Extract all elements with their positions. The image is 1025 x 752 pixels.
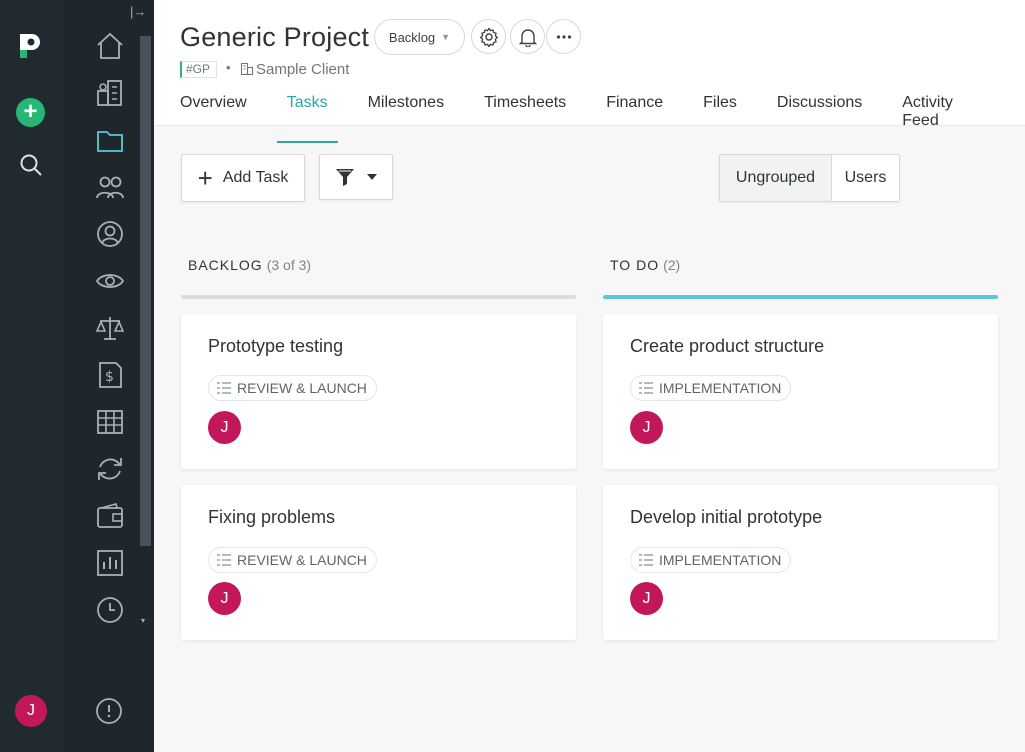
meta-separator: • [226,60,231,75]
task-title: Fixing problems [208,507,336,527]
add-task-label: Add Task [222,169,289,186]
column-title: TO DO [610,257,660,273]
tab-activity-feed[interactable]: Activity Feed [902,94,985,142]
scroll-down-icon[interactable]: ▾ [141,617,149,625]
tab-discussions[interactable]: Discussions [777,94,862,142]
list-icon [217,382,231,394]
settings-button[interactable] [471,19,506,54]
task-title: Create product structure [630,336,825,356]
nav-invoice-icon[interactable]: $ [94,359,126,391]
plus-icon: + [197,163,213,193]
filter-icon [336,169,354,186]
project-tabs: Overview Tasks Milestones Timesheets Fin… [180,94,1025,143]
column-count: (3 of 3) [266,257,312,273]
task-title: Prototype testing [208,336,344,356]
tab-finance[interactable]: Finance [606,94,663,142]
gear-icon [479,26,498,47]
group-ungrouped-option[interactable]: Ungrouped [720,155,832,201]
logo-icon[interactable] [16,30,44,60]
quick-add-button[interactable]: + [16,98,45,127]
nav-home-icon[interactable] [94,30,126,62]
chevron-down-icon: ▼ [441,32,451,42]
nav-scales-icon[interactable] [94,312,126,344]
main-content: Generic Project Backlog ▼ #GP • Sample C… [154,0,1025,752]
filter-button[interactable] [319,154,393,200]
project-header: Generic Project Backlog ▼ #GP • Sample C… [154,0,1025,143]
collapse-sidebar-icon[interactable]: |→ [130,4,150,20]
page-title: Generic Project [180,22,370,52]
task-card[interactable]: Develop initial prototype IMPLEMENTATION… [603,485,998,640]
milestone-tag: REVIEW & LAUNCH [208,375,377,401]
list-icon [217,554,231,566]
sidebar-nav: |→ $ ▾ [64,0,154,752]
assignee-avatar[interactable]: J [630,582,663,615]
column-title: BACKLOG [188,257,263,273]
nav-folder-icon[interactable] [94,124,126,156]
add-task-button[interactable]: + Add Task [181,154,305,202]
list-icon [639,382,653,394]
task-card[interactable]: Create product structure IMPLEMENTATION … [603,314,998,469]
client-building-icon [240,62,254,76]
nav-eye-icon[interactable] [94,265,126,297]
nav-report-icon[interactable] [94,547,126,579]
notifications-button[interactable] [510,19,545,54]
assignee-avatar[interactable]: J [208,411,241,444]
tab-overview[interactable]: Overview [180,94,247,142]
tab-timesheets[interactable]: Timesheets [484,94,566,142]
milestone-tag: IMPLEMENTATION [630,547,792,573]
nav-people-icon[interactable] [94,171,126,203]
column-header: BACKLOG (3 of 3) [188,257,311,273]
nav-wallet-icon[interactable] [94,500,126,532]
group-users-option[interactable]: Users [832,155,899,201]
list-icon [639,554,653,566]
task-card[interactable]: Fixing problems REVIEW & LAUNCH J [181,485,576,640]
column-header: TO DO (2) [610,257,680,273]
svg-text:$: $ [105,369,114,385]
client-link[interactable]: Sample Client [256,61,349,78]
assignee-avatar[interactable]: J [208,582,241,615]
project-code-badge: #GP [180,61,218,78]
nav-user-circle-icon[interactable] [94,218,126,250]
caret-down-icon [367,174,377,180]
nav-building-icon[interactable] [94,77,126,109]
user-avatar[interactable]: J [15,695,47,727]
search-icon[interactable] [18,152,44,178]
column-progress-bar [181,295,576,299]
nav-table-icon[interactable] [94,406,126,438]
status-dropdown[interactable]: Backlog ▼ [374,19,465,55]
column-progress-bar [603,295,998,299]
nav-refresh-icon[interactable] [94,453,126,485]
column-count: (2) [663,257,681,273]
milestone-label: IMPLEMENTATION [659,380,782,396]
milestone-label: REVIEW & LAUNCH [237,380,367,396]
more-options-button[interactable] [546,19,581,54]
task-card[interactable]: Prototype testing REVIEW & LAUNCH J [181,314,576,469]
grouping-toggle: Ungrouped Users [719,154,900,202]
milestone-tag: IMPLEMENTATION [630,375,792,401]
task-title: Develop initial prototype [630,507,823,527]
tab-tasks[interactable]: Tasks [276,94,338,143]
nav-clock-icon[interactable] [94,594,126,626]
tab-files[interactable]: Files [703,94,737,142]
milestone-label: IMPLEMENTATION [659,552,782,568]
ellipsis-icon [556,34,571,39]
milestone-tag: REVIEW & LAUNCH [208,547,377,573]
app-rail: + J [0,0,64,752]
milestone-label: REVIEW & LAUNCH [237,552,367,568]
tab-milestones[interactable]: Milestones [368,94,444,142]
status-label: Backlog [388,29,436,45]
assignee-avatar[interactable]: J [630,411,663,444]
bell-icon [518,28,537,47]
sidebar-scrollbar[interactable] [140,36,151,546]
info-icon[interactable] [95,697,123,725]
